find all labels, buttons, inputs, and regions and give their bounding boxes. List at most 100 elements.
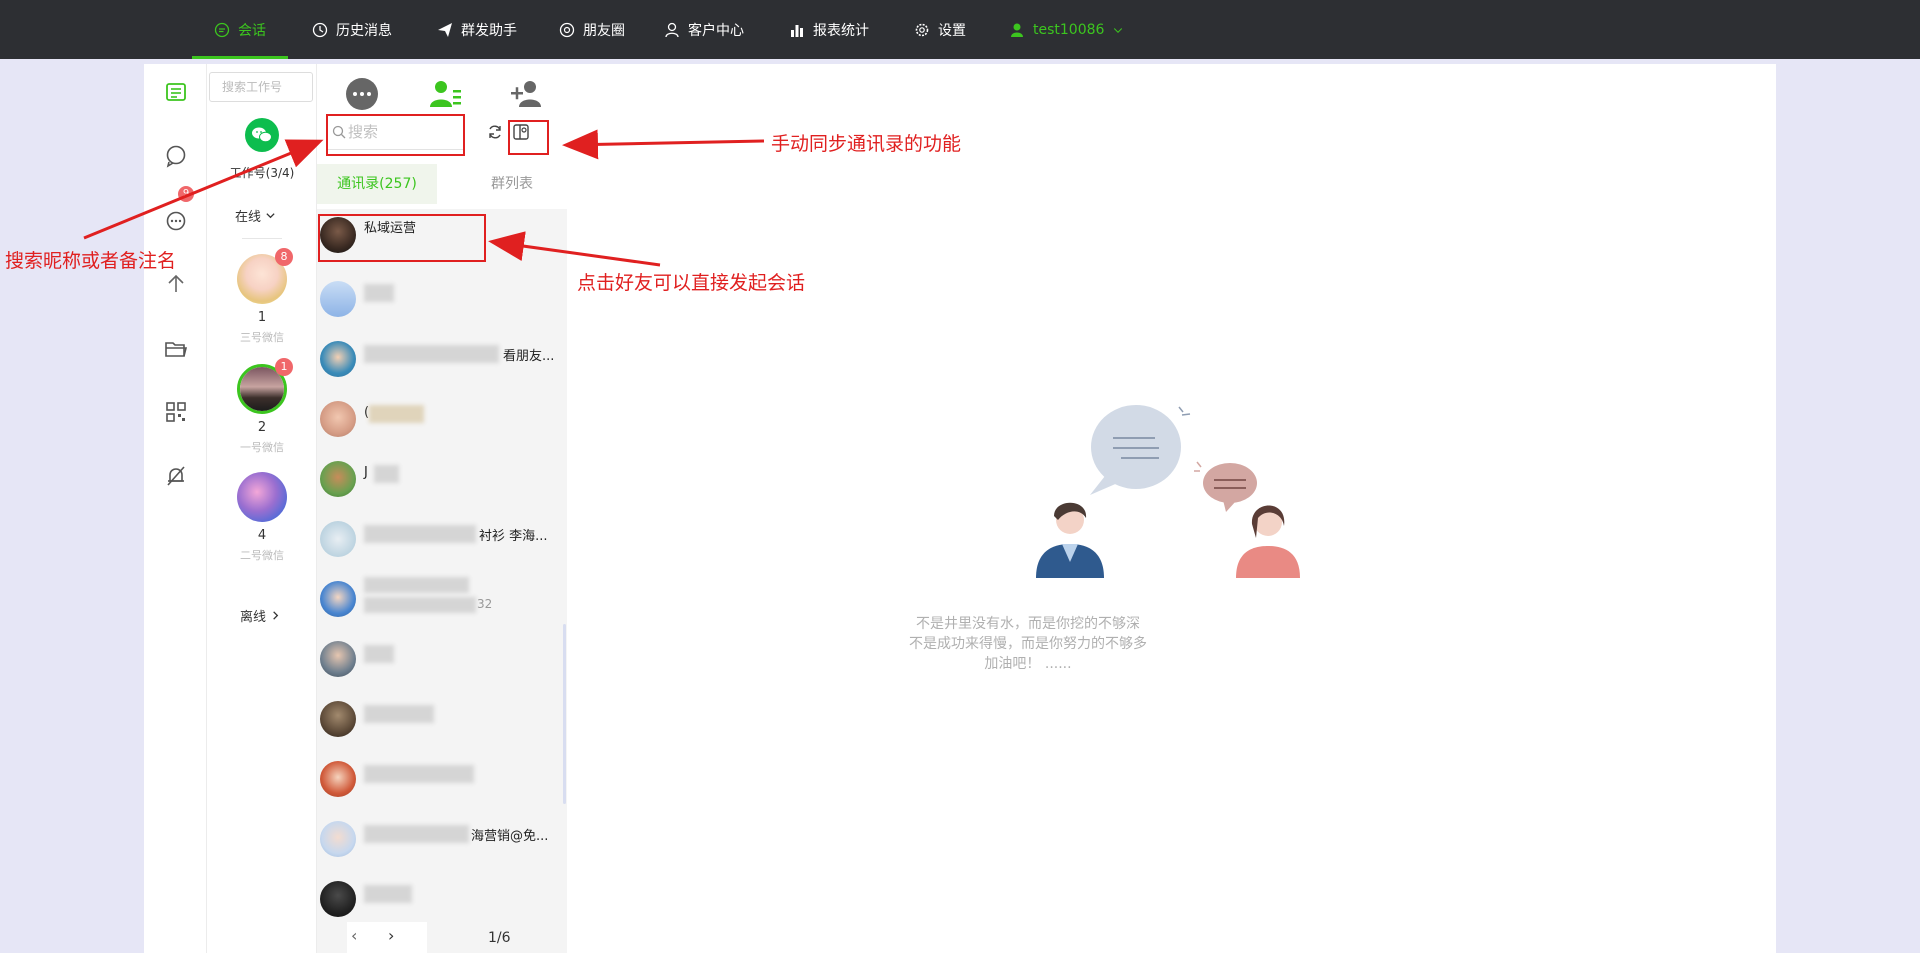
contact-row[interactable]: 32 (317, 569, 567, 629)
account-item[interactable]: 8 1 三号微信 (236, 248, 293, 345)
user-icon (1011, 23, 1023, 37)
avatar (320, 821, 356, 857)
nav-mass-send[interactable]: 群发助手 (437, 0, 517, 59)
annotation-click-text: 点击好友可以直接发起会话 (577, 272, 806, 294)
refresh-icon[interactable] (487, 124, 503, 140)
main-panel: 9 搜索工作号 工作号(3/4) 在线 8 1 三号微信 1 2 一号微信 4 … (144, 64, 1776, 953)
online-toggle[interactable]: 在线 (235, 206, 276, 225)
contact-row[interactable] (317, 869, 567, 929)
user-menu[interactable]: test10086 (1009, 0, 1124, 59)
contacts-tabs: 通讯录(257) 群列表 (317, 164, 567, 204)
empty-state-text: 不是井里没有水，而是你挖的不够深 不是成功来得慢，而是你努力的不够多 加油吧！ … (868, 614, 1188, 674)
annotation-sync-text: 手动同步通讯录的功能 (771, 133, 962, 155)
folder-icon[interactable] (164, 337, 188, 361)
account-name: 三号微信 (240, 331, 284, 344)
tab-contacts[interactable]: 通讯录(257) (317, 164, 437, 204)
contact-row[interactable]: 看朋友... (317, 329, 567, 389)
gear-icon (915, 23, 929, 36)
blurred-name (364, 645, 394, 663)
work-account-column: 搜索工作号 工作号(3/4) 在线 8 1 三号微信 1 2 一号微信 4 二号… (207, 64, 317, 953)
empty-line-3: 加油吧！ ...... (984, 656, 1072, 672)
username: test10086 (1033, 21, 1105, 38)
contact-name: 看朋友... (503, 349, 555, 364)
avatar (320, 581, 356, 617)
chevron-right-icon (273, 611, 279, 620)
qr-code-icon[interactable] (164, 400, 188, 424)
unread-badge: 9 (178, 186, 194, 202)
chat-bubble-icon[interactable] (164, 144, 188, 168)
blurred-name (364, 345, 499, 363)
next-page-button[interactable]: › (388, 926, 394, 945)
wechat-icon (245, 118, 279, 152)
chevron-down-icon (1114, 27, 1123, 33)
contact-row[interactable] (317, 689, 567, 749)
contact-row[interactable]: 海营销@免... (317, 809, 567, 869)
contact-row[interactable] (317, 269, 567, 329)
avatar (320, 341, 356, 377)
clock-icon (312, 22, 328, 37)
top-nav-bar: 会话 历史消息 群发助手 朋友圈 客户中心 报表统计 设置 test10086 (0, 0, 1920, 59)
nav-history[interactable]: 历史消息 (312, 0, 392, 59)
divider (242, 238, 282, 239)
account-number: 1 (257, 310, 267, 325)
contact-row[interactable] (317, 629, 567, 689)
add-friend-icon[interactable] (509, 76, 545, 112)
nav-history-label: 历史消息 (336, 22, 392, 39)
nav-chat-label: 会话 (238, 22, 266, 39)
empty-line-2: 不是成功来得慢，而是你努力的不够多 (909, 636, 1147, 652)
blurred-name (364, 577, 469, 593)
nav-reports[interactable]: 报表统计 (789, 0, 869, 59)
prev-page-button[interactable]: ‹ (351, 926, 357, 945)
blurred-name (364, 705, 434, 723)
nav-customer-center-label: 客户中心 (688, 22, 744, 39)
aperture-icon (559, 22, 575, 37)
alarm-off-icon[interactable] (164, 464, 188, 488)
pager-buttons (347, 922, 427, 953)
nav-customer-center[interactable]: 客户中心 (664, 0, 744, 59)
avatar (320, 281, 356, 317)
annotation-box-sync (508, 120, 549, 155)
account-number: 4 (257, 528, 267, 543)
chat-dots-icon[interactable] (344, 76, 380, 112)
icon-rail: 9 (144, 64, 207, 953)
bar-chart-icon (791, 24, 803, 37)
message-list-icon[interactable] (164, 81, 188, 105)
contact-row[interactable]: 衬衫 李海... (317, 509, 567, 569)
nav-reports-label: 报表统计 (813, 22, 869, 39)
unread-badge: 1 (275, 358, 293, 376)
empty-line-1: 不是井里没有水，而是你挖的不够深 (916, 616, 1140, 632)
contacts-column: 搜索 通讯录(257) 群列表 私域运营 看朋友... (J 衬衫 李海...… (317, 64, 567, 953)
blurred-name (364, 525, 476, 543)
account-name: 二号微信 (240, 549, 284, 562)
nav-moments[interactable]: 朋友圈 (559, 0, 625, 59)
unread-badge: 8 (275, 248, 293, 266)
pagination: ‹ › 1/6 (317, 922, 567, 953)
contact-row[interactable]: J (317, 449, 567, 509)
avatar: 1 (237, 358, 293, 414)
offline-toggle[interactable]: 离线 (240, 606, 281, 625)
work-search-input[interactable]: 搜索工作号 (209, 72, 313, 102)
nav-chat[interactable]: 会话 (192, 0, 288, 59)
scrollbar[interactable] (563, 624, 566, 804)
account-item[interactable]: 4 二号微信 (236, 472, 288, 563)
contact-row[interactable] (317, 749, 567, 809)
arrow-up-icon[interactable] (164, 272, 188, 296)
nav-moments-label: 朋友圈 (583, 22, 625, 39)
tab-groups[interactable]: 群列表 (457, 164, 567, 204)
online-label: 在线 (235, 210, 262, 225)
blurred-name (364, 825, 469, 843)
contact-remark: 32 (477, 597, 493, 611)
blurred-name (364, 597, 476, 613)
avatar (320, 881, 356, 917)
blurred-name (369, 405, 424, 423)
contact-row[interactable]: ( (317, 389, 567, 449)
account-item[interactable]: 1 2 一号微信 (236, 358, 293, 455)
avatar (320, 401, 356, 437)
annotation-box-contact (318, 214, 486, 262)
contact-name: J (364, 465, 368, 480)
nav-settings[interactable]: 设置 (914, 0, 966, 59)
contacts-icon[interactable] (427, 76, 463, 112)
chevron-down-icon (266, 213, 275, 219)
blurred-name (364, 885, 412, 903)
group-chat-icon[interactable] (164, 210, 188, 234)
